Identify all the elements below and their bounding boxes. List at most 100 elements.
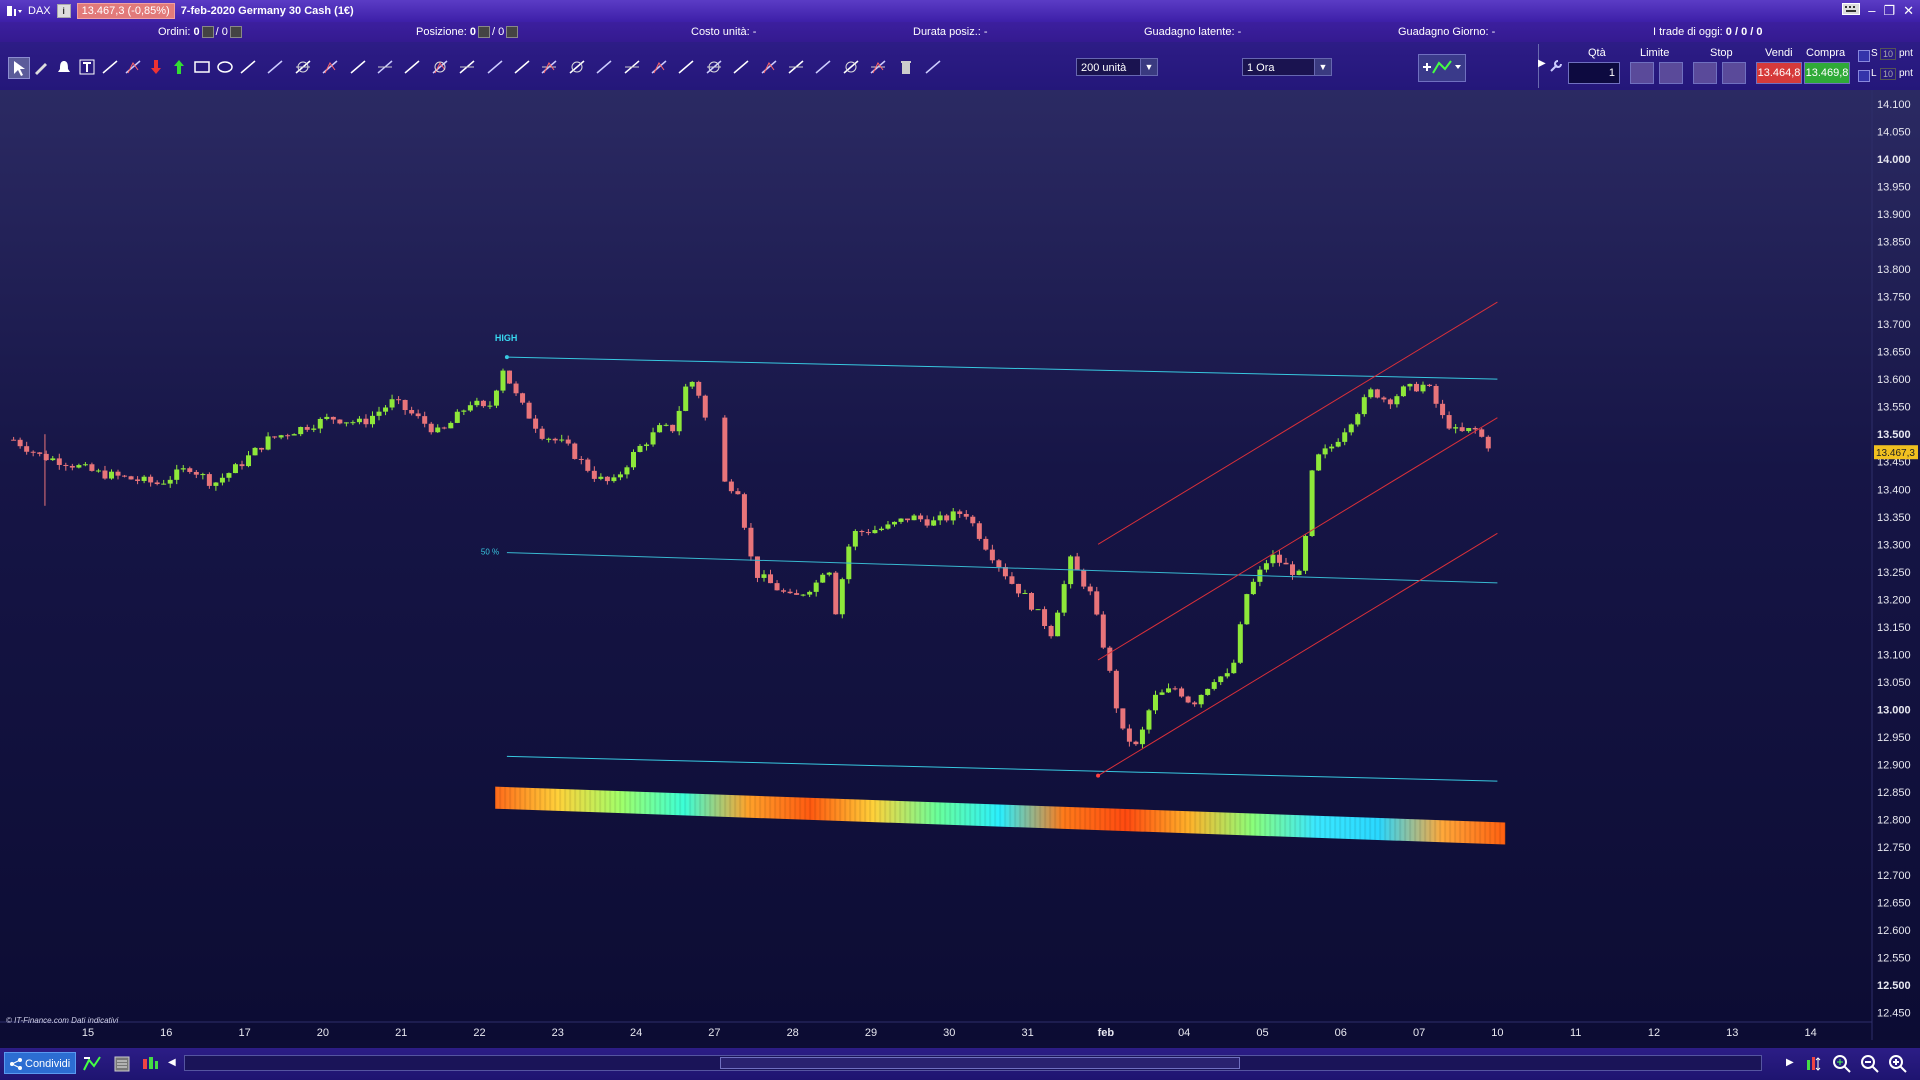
zoom-out-icon[interactable]	[1860, 1054, 1880, 1079]
app-menu-icon[interactable]	[6, 4, 22, 18]
raff-icon[interactable]	[868, 57, 888, 77]
pencil-icon[interactable]	[31, 57, 51, 77]
candle-body	[213, 482, 219, 486]
collapse-arrow-icon[interactable]: ▶	[1538, 58, 1546, 69]
fifty-percent-line[interactable]	[506, 552, 1498, 584]
scrollbar-thumb[interactable]	[720, 1057, 1240, 1069]
trash-icon[interactable]	[896, 57, 916, 77]
high-trendline[interactable]	[506, 356, 1498, 380]
zoom-in-icon[interactable]	[1888, 1054, 1908, 1079]
limit-sell-button[interactable]	[1659, 62, 1683, 84]
orders-icon[interactable]	[201, 26, 214, 39]
qty-input[interactable]: 1	[1568, 62, 1620, 84]
fib-time-icon[interactable]	[430, 57, 450, 77]
candle-body	[611, 477, 617, 482]
triangle-icon[interactable]	[265, 57, 285, 77]
keyboard-icon[interactable]	[1842, 3, 1861, 19]
levels-icon[interactable]	[786, 57, 806, 77]
channel-icon[interactable]	[594, 57, 614, 77]
restore-icon[interactable]: ❐	[1883, 3, 1895, 19]
fib-arc-icon[interactable]	[485, 57, 505, 77]
x-tick-label: 04	[1178, 1027, 1190, 1039]
candle-body	[839, 579, 845, 615]
zigzag-icon[interactable]	[123, 57, 143, 77]
candle-body	[1198, 694, 1204, 705]
line-up-icon[interactable]	[100, 57, 120, 77]
y-tick-label: 12.800	[1877, 815, 1911, 827]
sell-button[interactable]: 13.464,8	[1756, 62, 1802, 84]
ray-icon[interactable]	[375, 57, 395, 77]
auto-scale-icon[interactable]	[1804, 1054, 1824, 1079]
layout-icon[interactable]	[112, 1054, 132, 1079]
candle-body	[226, 473, 232, 478]
position-settings-icon[interactable]	[506, 26, 519, 39]
s-checkbox[interactable]	[1858, 50, 1870, 62]
parallel-icon[interactable]	[813, 57, 833, 77]
info-button[interactable]: i	[56, 4, 71, 18]
alert-icon[interactable]	[54, 57, 74, 77]
regression-icon[interactable]	[759, 57, 779, 77]
scroll-right-icon[interactable]: ▶	[1786, 1057, 1794, 1068]
horizontal-line-icon[interactable]	[320, 57, 340, 77]
gann-icon[interactable]	[649, 57, 669, 77]
orders-settings-icon[interactable]	[229, 26, 242, 39]
wave-icon[interactable]	[539, 57, 559, 77]
andrews-icon[interactable]	[676, 57, 696, 77]
price-chart[interactable]: 14.100 14.050 14.000 13.950 13.900 13.850 13.8…	[0, 90, 1920, 1040]
indicator-chart-icon[interactable]	[82, 1054, 102, 1079]
share-button[interactable]: Condividi	[4, 1052, 76, 1074]
text-box-icon[interactable]	[512, 57, 532, 77]
grid-icon[interactable]	[622, 57, 642, 77]
scroll-left-icon[interactable]: ◀	[168, 1057, 176, 1068]
pitchfork-icon[interactable]	[567, 57, 587, 77]
l-checkbox[interactable]	[1858, 70, 1870, 82]
y-axis[interactable]: 14.100 14.050 14.000 13.950 13.900 13.850 13.8…	[1877, 99, 1911, 1020]
text-icon[interactable]	[77, 57, 97, 77]
stop-sell-button[interactable]	[1722, 62, 1746, 84]
orders-info: Ordini: 0/ 0	[158, 26, 244, 39]
l-label: L	[1871, 68, 1877, 79]
position-icon[interactable]	[477, 26, 490, 39]
units-select[interactable]: 200 unità ▼	[1076, 58, 1158, 76]
fib-fan-icon[interactable]	[457, 57, 477, 77]
candle-body	[1042, 609, 1048, 626]
spiral-icon[interactable]	[704, 57, 724, 77]
close-icon[interactable]: ✕	[1903, 3, 1914, 19]
low-trendline[interactable]	[506, 755, 1498, 782]
l-points-input[interactable]: 10	[1880, 68, 1896, 80]
candle-body	[657, 425, 663, 433]
add-indicator-button[interactable]	[1418, 54, 1466, 82]
candle-body	[467, 405, 473, 411]
limit-buy-button[interactable]	[1630, 62, 1654, 84]
vertical-line-icon[interactable]	[348, 57, 368, 77]
trendline-icon[interactable]	[293, 57, 313, 77]
chart-canvas[interactable]: 14.100 14.050 14.000 13.950 13.900 13.850 13.8…	[0, 90, 1920, 1040]
zoom-fit-icon[interactable]	[1832, 1054, 1852, 1079]
x-tick-label: 06	[1335, 1027, 1347, 1039]
regression-channel-line[interactable]	[1097, 417, 1498, 661]
arrow-up-icon[interactable]	[169, 57, 189, 77]
rectangle-icon[interactable]	[192, 57, 212, 77]
buy-button[interactable]: 13.469,8	[1804, 62, 1850, 84]
stop-buy-button[interactable]	[1693, 62, 1717, 84]
cycles-icon[interactable]	[731, 57, 751, 77]
arc-icon[interactable]	[923, 57, 943, 77]
candle-body	[1407, 383, 1413, 387]
time-scrollbar[interactable]	[184, 1055, 1762, 1071]
candles-style-icon[interactable]	[140, 1054, 160, 1079]
minimize-icon[interactable]: ‒	[1868, 3, 1875, 19]
timeframe-select[interactable]: 1 Ora ▼	[1242, 58, 1332, 76]
speed-lines-icon[interactable]	[841, 57, 861, 77]
s-points-input[interactable]: 10	[1880, 48, 1896, 60]
settings-wrench-icon[interactable]	[1548, 58, 1564, 79]
arrow-down-icon[interactable]	[146, 57, 166, 77]
x-axis[interactable]: 15 16 17 20 21 22 23 24 27 28 29 30 31 feb 04 05 06 07 10 1…	[0, 1021, 1872, 1039]
ellipse-icon[interactable]	[215, 57, 235, 77]
measure-icon[interactable]	[402, 57, 422, 77]
regression-channel-line[interactable]	[1097, 301, 1498, 545]
candle-body	[1055, 612, 1061, 637]
regression-channel-line[interactable]	[1097, 532, 1498, 777]
pointer-icon[interactable]	[8, 57, 30, 79]
symbol-label[interactable]: DAX	[28, 5, 51, 17]
circle-x-icon[interactable]	[238, 57, 258, 77]
